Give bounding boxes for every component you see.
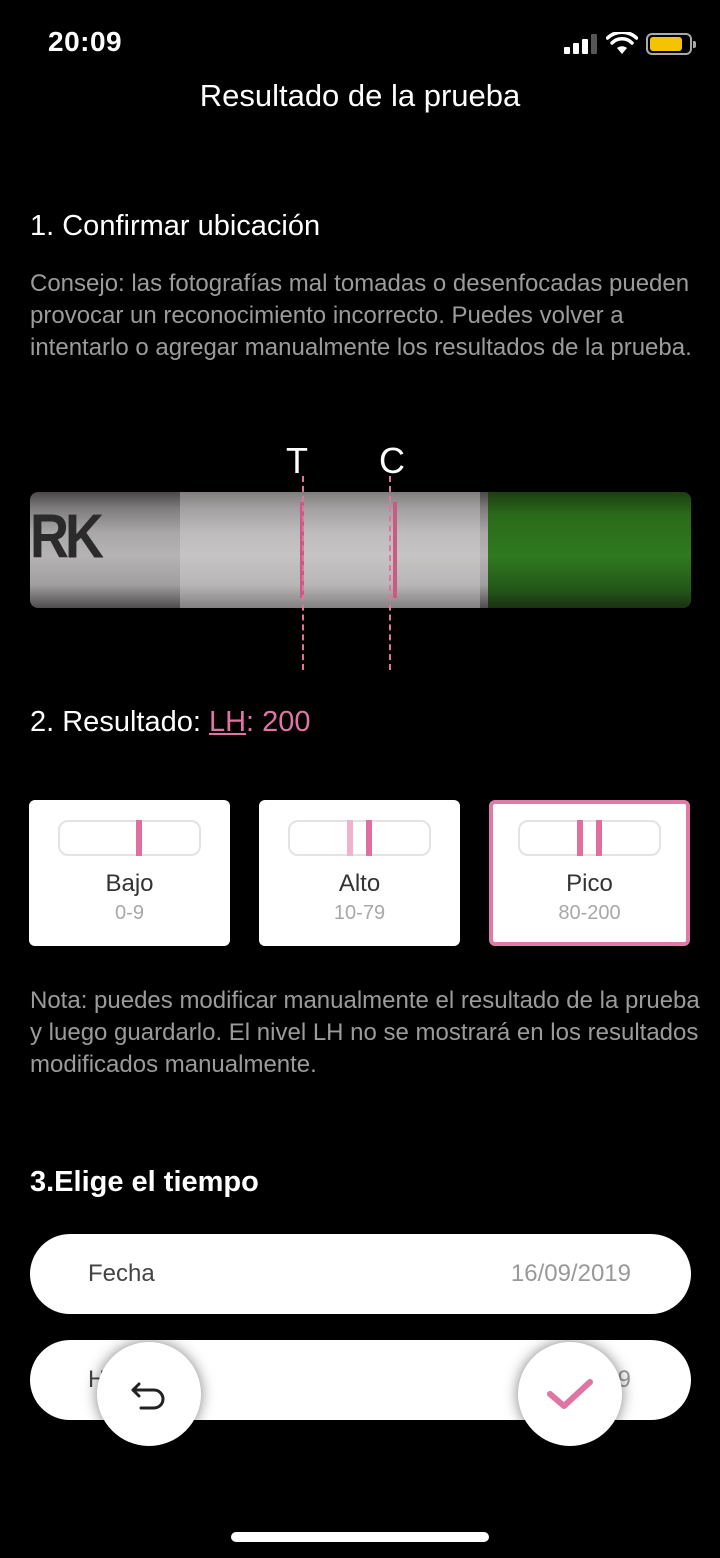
home-indicator[interactable] [231, 1532, 489, 1542]
date-value: 16/09/2019 [510, 1260, 631, 1287]
checkmark-icon [547, 1379, 593, 1409]
strip-handle [488, 492, 691, 608]
option-name: Bajo [105, 870, 154, 897]
result-option-alto[interactable]: Alto 10-79 [259, 800, 460, 946]
result-option-bajo[interactable]: Bajo 0-9 [29, 800, 230, 946]
option-range: 10-79 [333, 902, 386, 924]
option-range: 80-200 [558, 902, 621, 924]
cellular-signal-icon [564, 34, 598, 54]
battery-icon [646, 33, 696, 55]
t-position-marker[interactable] [302, 476, 304, 670]
lh-info-link[interactable]: LH [209, 706, 246, 738]
mini-strip-icon [58, 820, 201, 856]
result-heading: 2. Resultado: LH: 200 [30, 706, 311, 739]
mini-strip-icon [518, 820, 661, 856]
lh-value: : 200 [246, 706, 311, 738]
option-name: Alto [338, 870, 381, 897]
page-title: Resultado de la prueba [199, 78, 521, 113]
step1-title: 1. Confirmar ubicación [30, 210, 321, 242]
step1-tip: Consejo: las fotografías mal tomadas o d… [30, 270, 692, 361]
result-option-pico[interactable]: Pico 80-200 [489, 800, 690, 946]
mini-strip-icon [288, 820, 431, 856]
step3-title: 3.Elige el tiempo [30, 1166, 259, 1198]
step2-note: Nota: puedes modificar manualmente el re… [30, 987, 700, 1078]
back-button[interactable] [97, 1342, 201, 1446]
wifi-icon [606, 32, 638, 54]
t-line-label: T [286, 440, 308, 481]
date-field[interactable]: Fecha 16/09/2019 [30, 1234, 691, 1314]
option-range: 0-9 [115, 902, 144, 924]
strip-brand-mark: RK [30, 502, 104, 572]
c-line-label: C [379, 440, 405, 481]
strip-control-line [393, 502, 397, 598]
c-position-marker[interactable] [389, 476, 391, 670]
status-time: 20:09 [48, 26, 123, 57]
confirm-button[interactable] [518, 1342, 622, 1446]
result-prefix: 2. Resultado: [30, 706, 209, 738]
option-name: Pico [566, 870, 613, 897]
undo-arrow-icon [131, 1382, 165, 1410]
status-bar: 20:09 [0, 0, 720, 88]
date-label: Fecha [88, 1260, 155, 1287]
test-strip-photo: RK [30, 492, 691, 608]
